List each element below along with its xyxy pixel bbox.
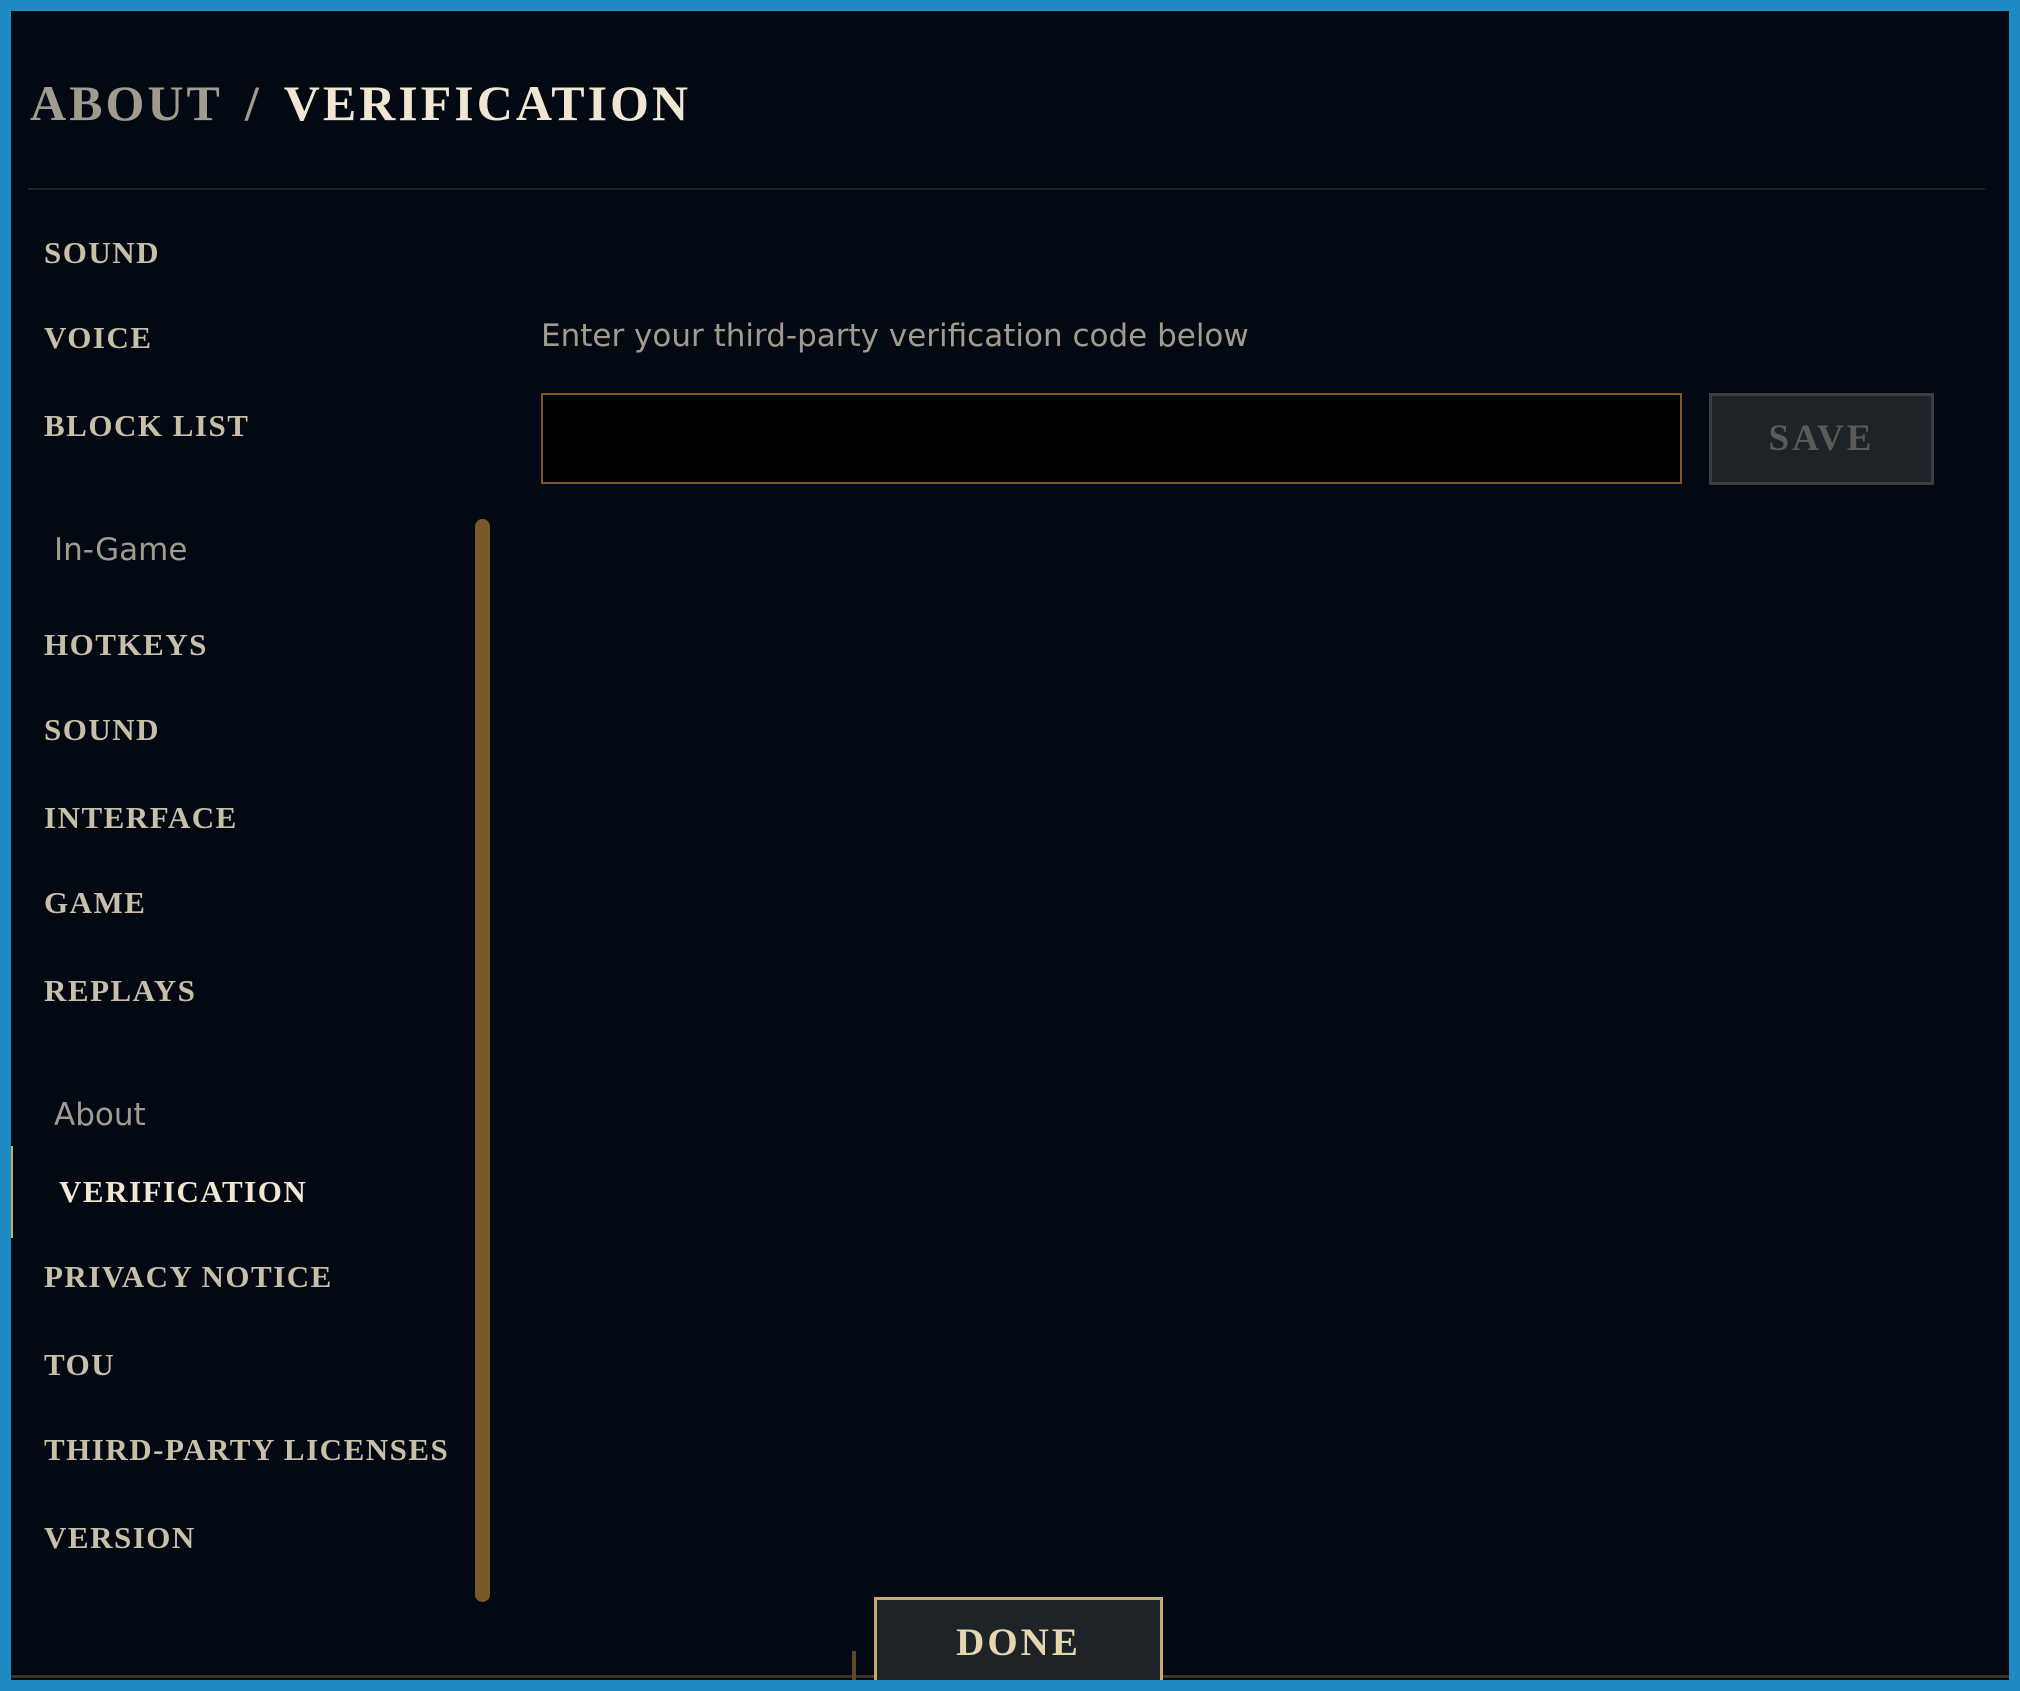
sidebar-item-tou[interactable]: TOU xyxy=(44,1340,115,1390)
sidebar-item-replays[interactable]: REPLAYS xyxy=(44,966,196,1016)
sidebar-scrollbar[interactable] xyxy=(475,519,490,1602)
sidebar-item-privacy-notice[interactable]: PRIVACY NOTICE xyxy=(44,1252,333,1302)
sidebar-item-ingame-sound[interactable]: SOUND xyxy=(44,705,160,755)
sidebar-item-voice[interactable]: VOICE xyxy=(44,313,153,363)
breadcrumb-separator: / xyxy=(244,75,262,131)
breadcrumb-parent: ABOUT xyxy=(30,75,223,131)
title-divider xyxy=(28,188,1985,190)
sidebar-item-game[interactable]: GAME xyxy=(44,878,146,928)
sidebar-item-third-party-licenses[interactable]: THIRD-PARTY LICENSES xyxy=(44,1425,449,1475)
sidebar-item-interface[interactable]: INTERFACE xyxy=(44,793,238,843)
verification-code-input[interactable] xyxy=(541,393,1682,484)
scrollbar-thumb[interactable] xyxy=(475,519,490,1602)
verification-prompt: Enter your third-party verification code… xyxy=(541,318,1249,354)
sidebar-item-client-sound[interactable]: SOUND xyxy=(44,228,160,278)
save-button[interactable]: SAVE xyxy=(1709,393,1934,485)
page-title: ABOUT / VERIFICATION xyxy=(30,68,691,138)
done-button[interactable]: DONE xyxy=(874,1597,1163,1680)
breadcrumb-current: VERIFICATION xyxy=(283,75,692,131)
sidebar-item-hotkeys[interactable]: HOTKEYS xyxy=(44,620,208,670)
settings-sidebar: SOUND VOICE BLOCK LIST In-Game HOTKEYS S… xyxy=(11,201,491,1602)
sidebar-item-verification[interactable]: VERIFICATION xyxy=(59,1167,307,1217)
sidebar-item-block-list[interactable]: BLOCK LIST xyxy=(44,401,249,451)
done-bracket-left xyxy=(852,1651,856,1680)
settings-window: ABOUT / VERIFICATION SOUND VOICE BLOCK LIS… xyxy=(11,11,2009,1680)
verification-panel: Enter your third-party verification code… xyxy=(541,201,1981,1501)
section-header-in-game: In-Game xyxy=(54,532,188,568)
active-item-indicator xyxy=(11,1146,13,1238)
section-header-about: About xyxy=(54,1097,146,1133)
sidebar-item-version[interactable]: VERSION xyxy=(44,1513,196,1563)
